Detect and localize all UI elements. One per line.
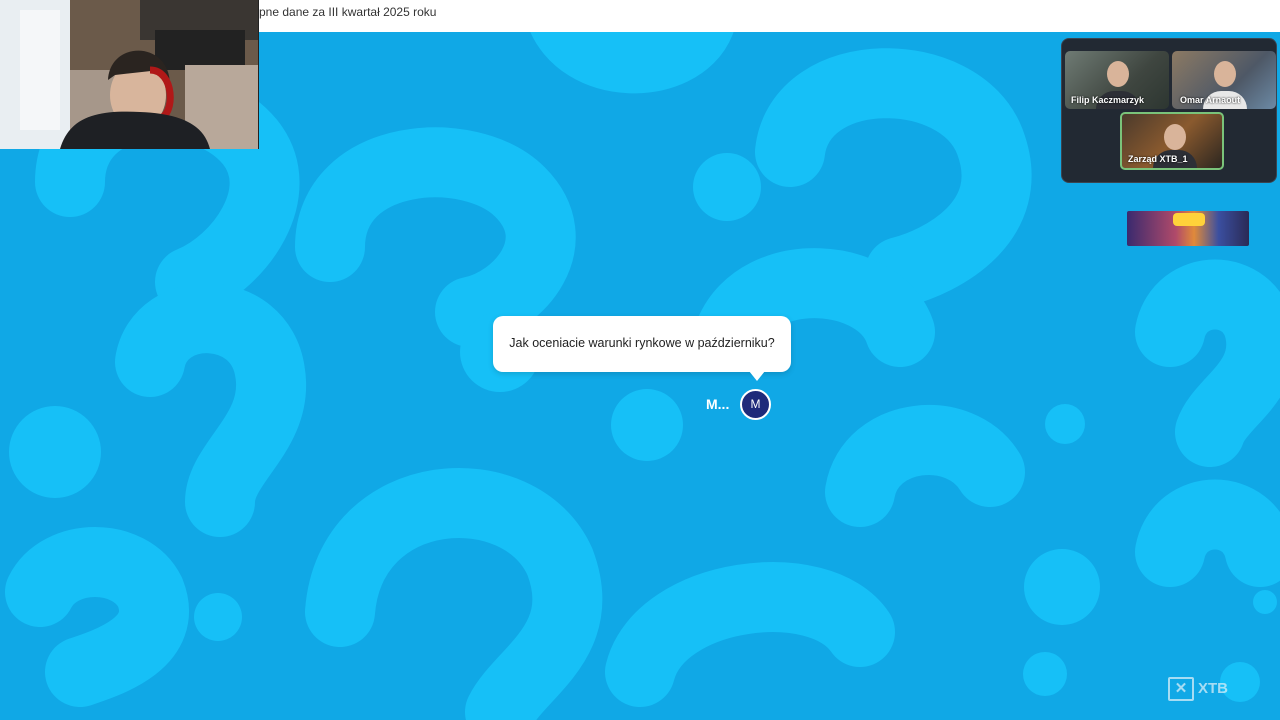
xtb-logo-text: XTB [1198, 680, 1228, 697]
bubble-tail [749, 371, 765, 381]
participant-face [1214, 61, 1236, 87]
participant-face [1107, 61, 1129, 87]
question-bubble: Jak oceniacie warunki rynkowe w paździer… [493, 316, 791, 372]
participant-name: Zarząd XTB_1 [1128, 154, 1188, 164]
question-text: Jak oceniacie warunki rynkowe w paździer… [509, 336, 775, 350]
xtb-logo: ✕ XTB [1168, 677, 1232, 701]
banner-badge [1173, 213, 1205, 226]
author-avatar: M [740, 389, 771, 420]
question-author-name: M... [706, 396, 730, 412]
webcam-feed [0, 0, 259, 149]
participant-name: Filip Kaczmarzyk [1071, 95, 1145, 105]
participant-tile-active[interactable]: Zarząd XTB_1 [1120, 112, 1224, 170]
participant-face [1164, 124, 1186, 150]
presentation-title: pne dane za III kwartał 2025 roku [259, 5, 437, 19]
participant-tile[interactable]: Omar Arnaout [1172, 51, 1276, 109]
xtb-logo-icon: ✕ [1168, 677, 1194, 701]
event-banner-thumbnail [1127, 211, 1249, 246]
participants-panel: Filip Kaczmarzyk Omar Arnaout Zarząd XTB… [1061, 38, 1277, 183]
participant-tile[interactable]: Filip Kaczmarzyk [1065, 51, 1169, 109]
participant-name: Omar Arnaout [1180, 95, 1241, 105]
